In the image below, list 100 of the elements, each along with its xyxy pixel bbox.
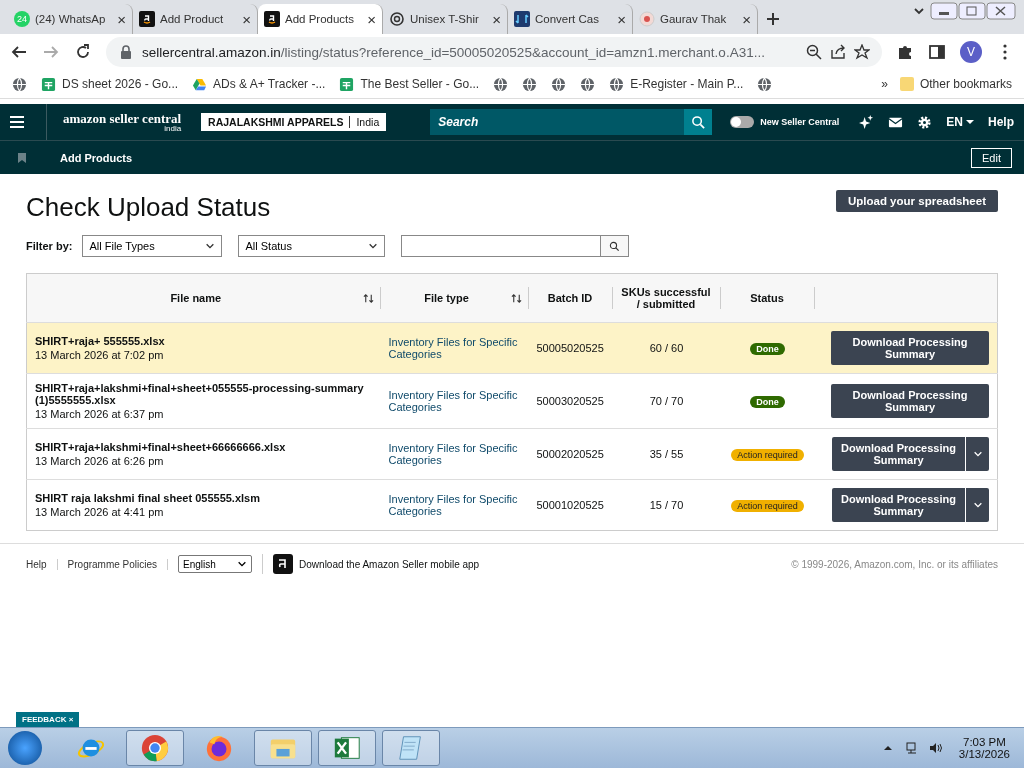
filter-dropdown[interactable]: All File Types [82,235,223,257]
star-icon[interactable] [854,44,870,60]
sheet-icon [339,76,355,92]
taskbar-app[interactable] [382,730,440,766]
footer-link[interactable]: Help [26,558,58,570]
download-button[interactable]: Download Processing Summary [831,384,989,418]
reload-icon[interactable] [74,43,92,61]
file-name: SHIRT+raja+ 555555.xlsx [35,335,166,347]
caret-icon [966,118,974,126]
amazon-a-icon [264,11,280,27]
bookmark-icon[interactable] [18,152,26,163]
column-header: SKUs successful / submitted [620,286,712,310]
logo[interactable]: amazon seller central india [62,111,182,133]
status-badge: Done [750,342,785,355]
triangle-icon [192,76,208,92]
speaker-icon[interactable] [928,741,943,755]
profile-avatar[interactable]: V [960,41,982,63]
more-bookmarks[interactable]: » [881,77,888,91]
search-button[interactable] [684,109,713,135]
close-tab[interactable]: × [242,10,251,28]
status-badge: Action required [731,499,804,512]
globe-icon [551,76,567,92]
start-button[interactable] [8,731,42,765]
bookmark[interactable]: E-Register - Main P... [609,76,744,92]
language-menu[interactable]: EN [946,115,974,129]
taskbar-app[interactable] [126,730,184,766]
close-tab[interactable]: × [367,10,376,28]
globe-icon [580,76,596,92]
status-badge: Done [750,395,785,408]
globe-icon [522,76,538,92]
toggle[interactable]: New Seller Central [724,115,846,129]
download-button[interactable]: Download Processing Summary [832,488,965,522]
globe-icon [493,76,509,92]
language-dropdown[interactable]: English [178,555,253,573]
bookmark[interactable]: ADs & A+ Tracker -... [192,76,326,92]
column-header: File type [423,292,470,304]
footer-link[interactable]: Programme Policies [67,558,169,570]
file-type: Inventory Files for Specific Categories [388,442,518,466]
chevron-icon [368,241,379,251]
page-title: Check Upload Status [26,192,271,223]
edit-button[interactable]: Edit [971,147,1012,168]
chevron-icon [972,500,983,510]
column-header: Status [749,292,785,304]
taskbar-app[interactable] [318,730,376,766]
clock[interactable]: 7:03 PM 3/13/2026 [958,736,1010,760]
download-button[interactable]: Download Processing Summary [832,437,965,471]
bookmark[interactable]: DS sheet 2026 - Go... [41,76,179,92]
settings-icon[interactable] [917,114,933,130]
batch-id: 50001020525 [536,499,604,511]
fox-icon [204,733,234,763]
globe-icon [757,76,773,92]
feedback-button[interactable]: FEEDBACK × [16,712,80,727]
file-name: SHIRT+raja+lakshmi+final+sheet+055555-processing-summary (1)5555555.xlsx [35,382,365,406]
browser-tab[interactable]: Add Products × [258,4,383,34]
upload-button[interactable]: Upload your spreadsheet [835,190,998,212]
close-tab[interactable]: × [617,10,626,28]
file-type: Inventory Files for Specific Categories [388,336,518,360]
close-tab[interactable]: × [742,10,751,28]
status-badge: Action required [731,448,804,461]
amazon-a-icon [139,11,155,27]
app-download-link[interactable]: Download the Amazon Seller mobile app [299,558,480,570]
file-name: SHIRT raja lakshmi final sheet 055555.xlsm [35,492,261,504]
dropdown-button[interactable] [965,488,989,522]
window-controls-icon[interactable] [930,2,1016,20]
upload-date: 13 March 2026 at 7:02 pm [35,349,165,361]
sku-count: 35 / 55 [649,448,684,460]
address-bar[interactable]: sellercentral.amazon.in/listing/status?reference_id=50005020525&account_id=amzn1.merchant.o.A31... [106,37,882,67]
search-field[interactable] [401,235,602,257]
side-panel-icon[interactable] [928,43,946,61]
chat-badge: 24 [14,11,30,27]
filter-label: Filter by: [26,240,73,252]
search-button[interactable] [601,235,630,257]
puzzle-icon[interactable] [896,43,914,61]
sort-icon[interactable] [362,292,374,304]
sort-icon[interactable] [510,292,522,304]
knot-icon [389,11,405,27]
search-icon [609,240,621,252]
column-header: File name [169,292,223,304]
circle-icon [639,11,655,27]
zoom-out-icon[interactable] [806,44,822,60]
network-icon[interactable] [904,741,919,755]
store-selector[interactable]: RAJALAKSHMI APPARELS India [201,113,387,131]
download-button[interactable]: Download Processing Summary [831,331,989,365]
filter-dropdown[interactable]: All Status [238,235,386,257]
close-tab[interactable]: × [117,10,126,28]
upload-date: 13 March 2026 at 6:37 pm [35,408,165,420]
sparkle-icon[interactable] [859,114,875,130]
nav-link[interactable]: Add Products [60,151,133,164]
help-link[interactable]: Help [988,115,1014,129]
share-icon[interactable] [830,44,846,60]
taskbar-app[interactable] [254,730,312,766]
copyright: © 1999-2026, Amazon.com, Inc. or its affiliates [791,558,998,570]
menu-icon[interactable] [8,113,26,131]
bookmark[interactable]: The Best Seller - Go... [339,76,480,92]
close-tab[interactable]: × [492,10,501,28]
globe-icon [12,76,27,92]
bookmark-folder[interactable]: Other bookmarks [899,77,1012,91]
dropdown-button[interactable] [965,437,989,471]
amazon-app-icon [273,554,294,574]
search-field[interactable]: Search [430,109,685,135]
